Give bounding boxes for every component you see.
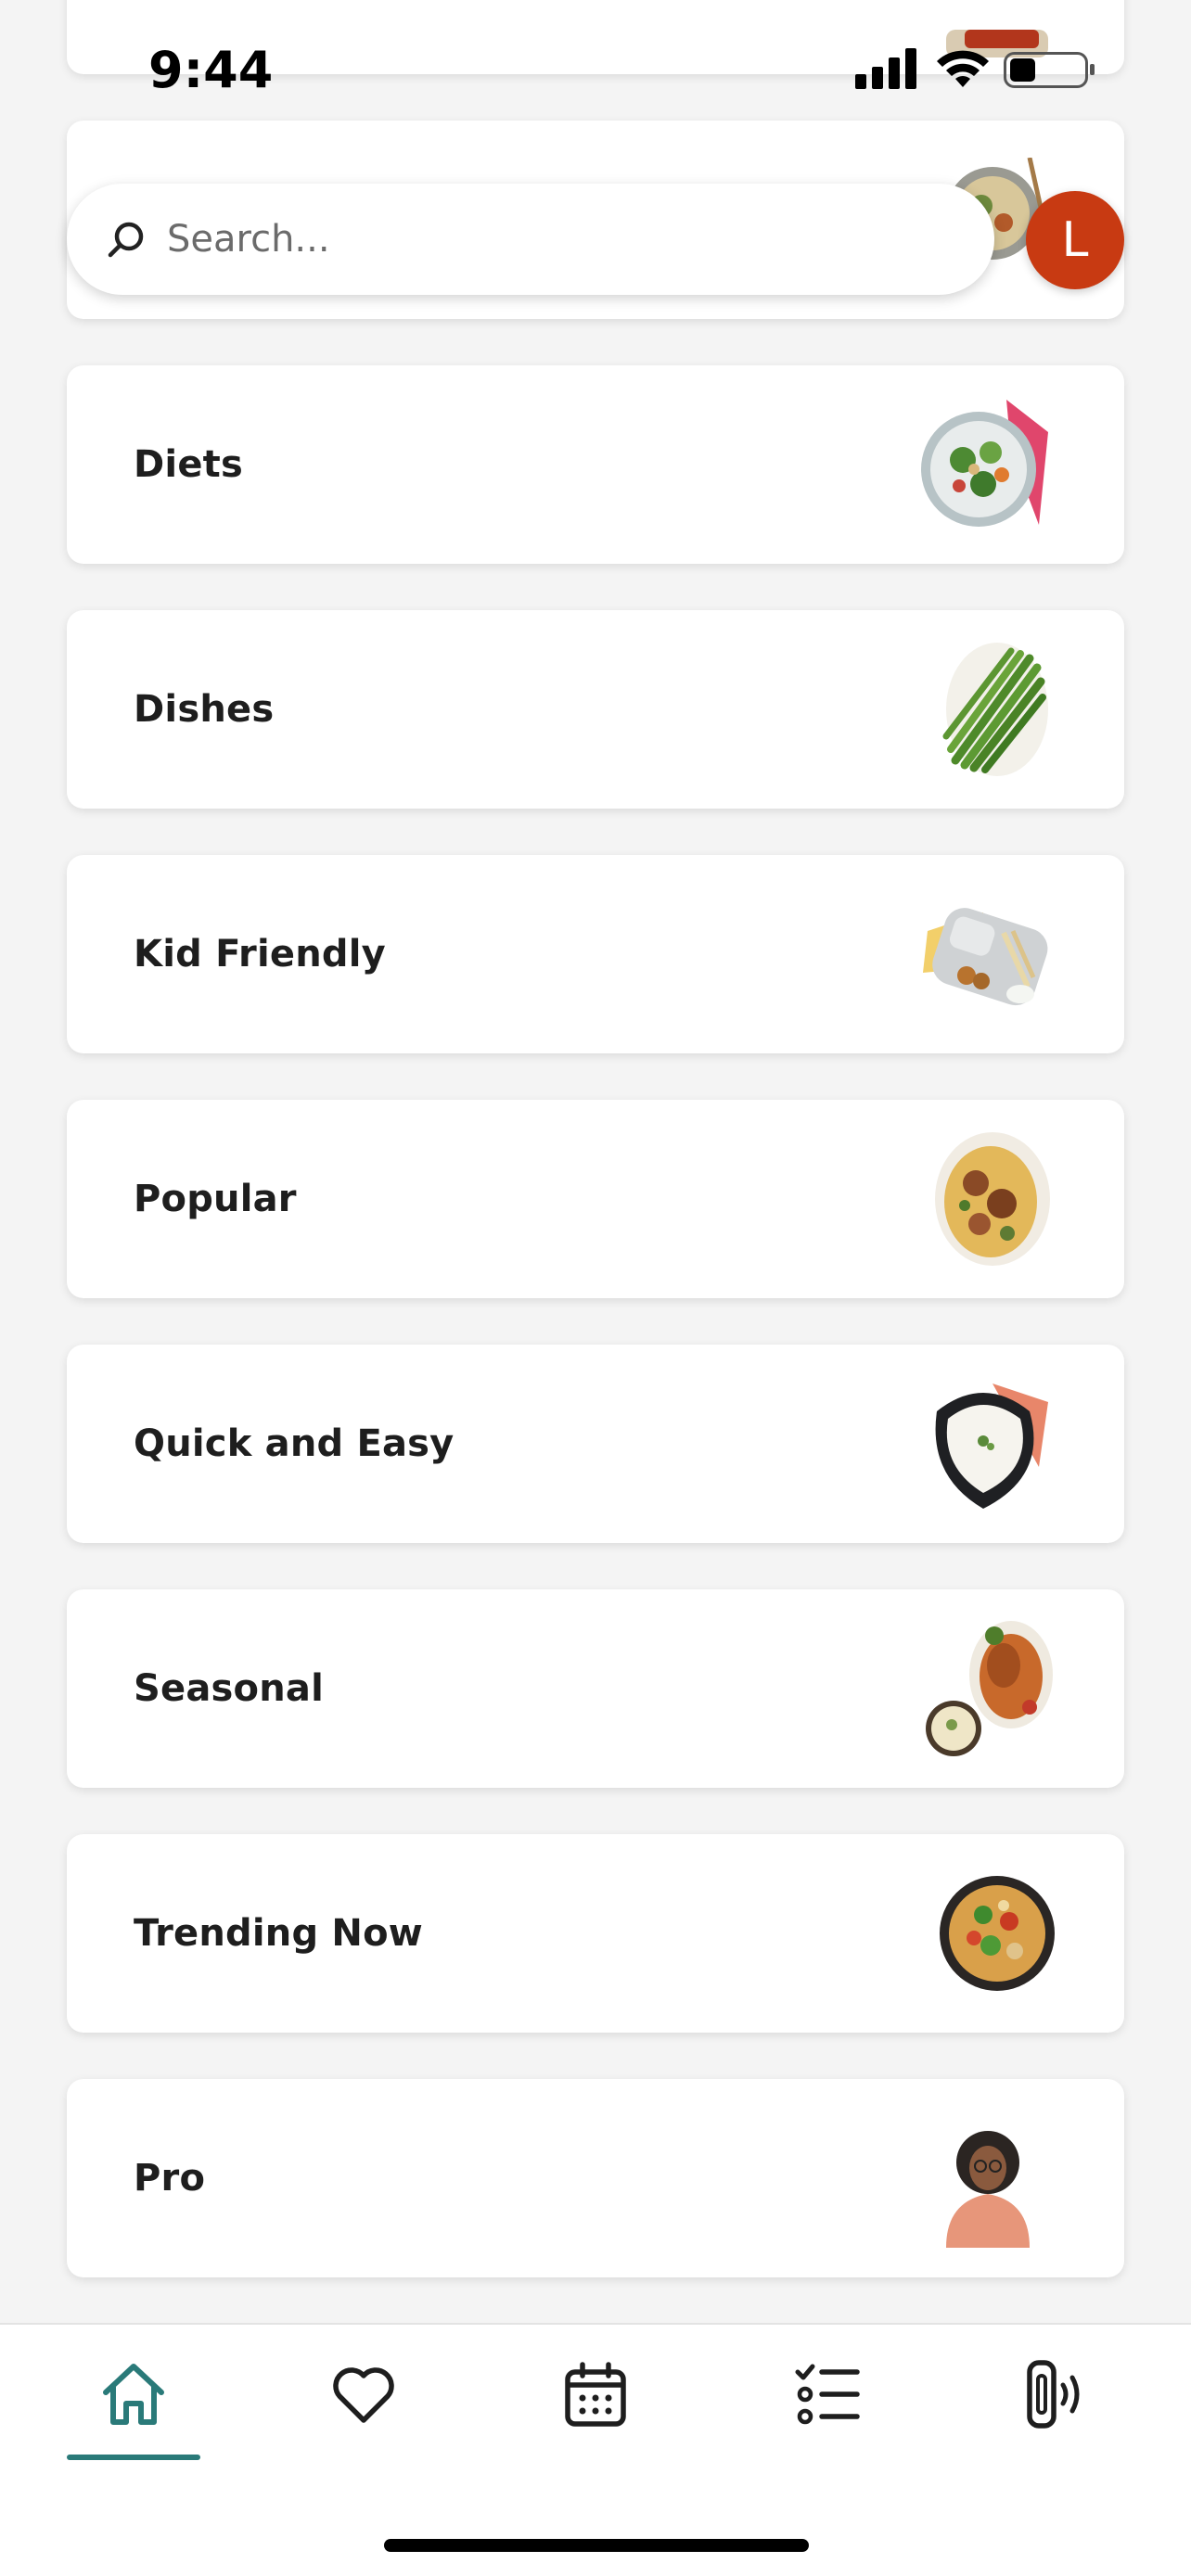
app-screen: 9:44 L Diets (0, 0, 1191, 2576)
search-bar[interactable] (67, 184, 994, 295)
category-label: Kid Friendly (134, 933, 386, 976)
category-label: Seasonal (134, 1667, 324, 1710)
tab-appliances[interactable] (939, 2325, 1176, 2464)
home-icon (103, 2364, 164, 2425)
pasta-thumbnail (935, 1132, 1050, 1266)
cellular-signal-icon (855, 48, 916, 89)
home-indicator (384, 2539, 809, 2552)
user-avatar[interactable]: L (1026, 191, 1124, 289)
category-card-seasonal[interactable]: Seasonal (67, 1589, 1124, 1788)
appliance-icon (1027, 2360, 1080, 2429)
tab-home[interactable] (15, 2325, 252, 2464)
category-card-popular[interactable]: Popular (67, 1100, 1124, 1298)
category-label: Diets (134, 443, 243, 486)
search-input[interactable] (167, 202, 965, 276)
category-card-diets[interactable]: Diets (67, 365, 1124, 564)
category-label: Dishes (134, 688, 275, 731)
asparagus-thumbnail (942, 643, 1048, 776)
category-label: Quick and Easy (134, 1422, 455, 1465)
wifi-icon (937, 50, 989, 87)
category-card-kid-friendly[interactable]: Kid Friendly (67, 855, 1124, 1053)
checklist-icon (795, 2364, 860, 2425)
active-tab-indicator (67, 2455, 200, 2460)
search-icon (108, 222, 144, 258)
category-label: Trending Now (134, 1912, 423, 1955)
rice-thumbnail (935, 1384, 1048, 1509)
roast-thumbnail (926, 1621, 1053, 1756)
tab-favorites[interactable] (245, 2325, 482, 2464)
stir-fry-thumbnail (940, 1876, 1055, 1991)
heart-icon (333, 2367, 394, 2423)
category-label: Popular (134, 1178, 297, 1220)
calendar-icon (565, 2362, 626, 2427)
category-card-dishes[interactable]: Dishes (67, 610, 1124, 809)
status-time: 9:44 (148, 41, 274, 99)
battery-icon (1004, 52, 1095, 88)
tab-meal-planner[interactable] (477, 2325, 714, 2464)
category-card-quick-and-easy[interactable]: Quick and Easy (67, 1345, 1124, 1543)
category-card-trending-now[interactable]: Trending Now (67, 1834, 1124, 2033)
tab-shopping-list[interactable] (709, 2325, 946, 2464)
category-label: Pro (134, 2157, 206, 2200)
kids-plate-thumbnail (923, 908, 1048, 1006)
status-icons (855, 48, 1095, 89)
salad-thumbnail (921, 400, 1048, 527)
category-card-pro[interactable]: Pro (67, 2079, 1124, 2277)
chef-portrait-thumbnail (946, 2131, 1030, 2248)
